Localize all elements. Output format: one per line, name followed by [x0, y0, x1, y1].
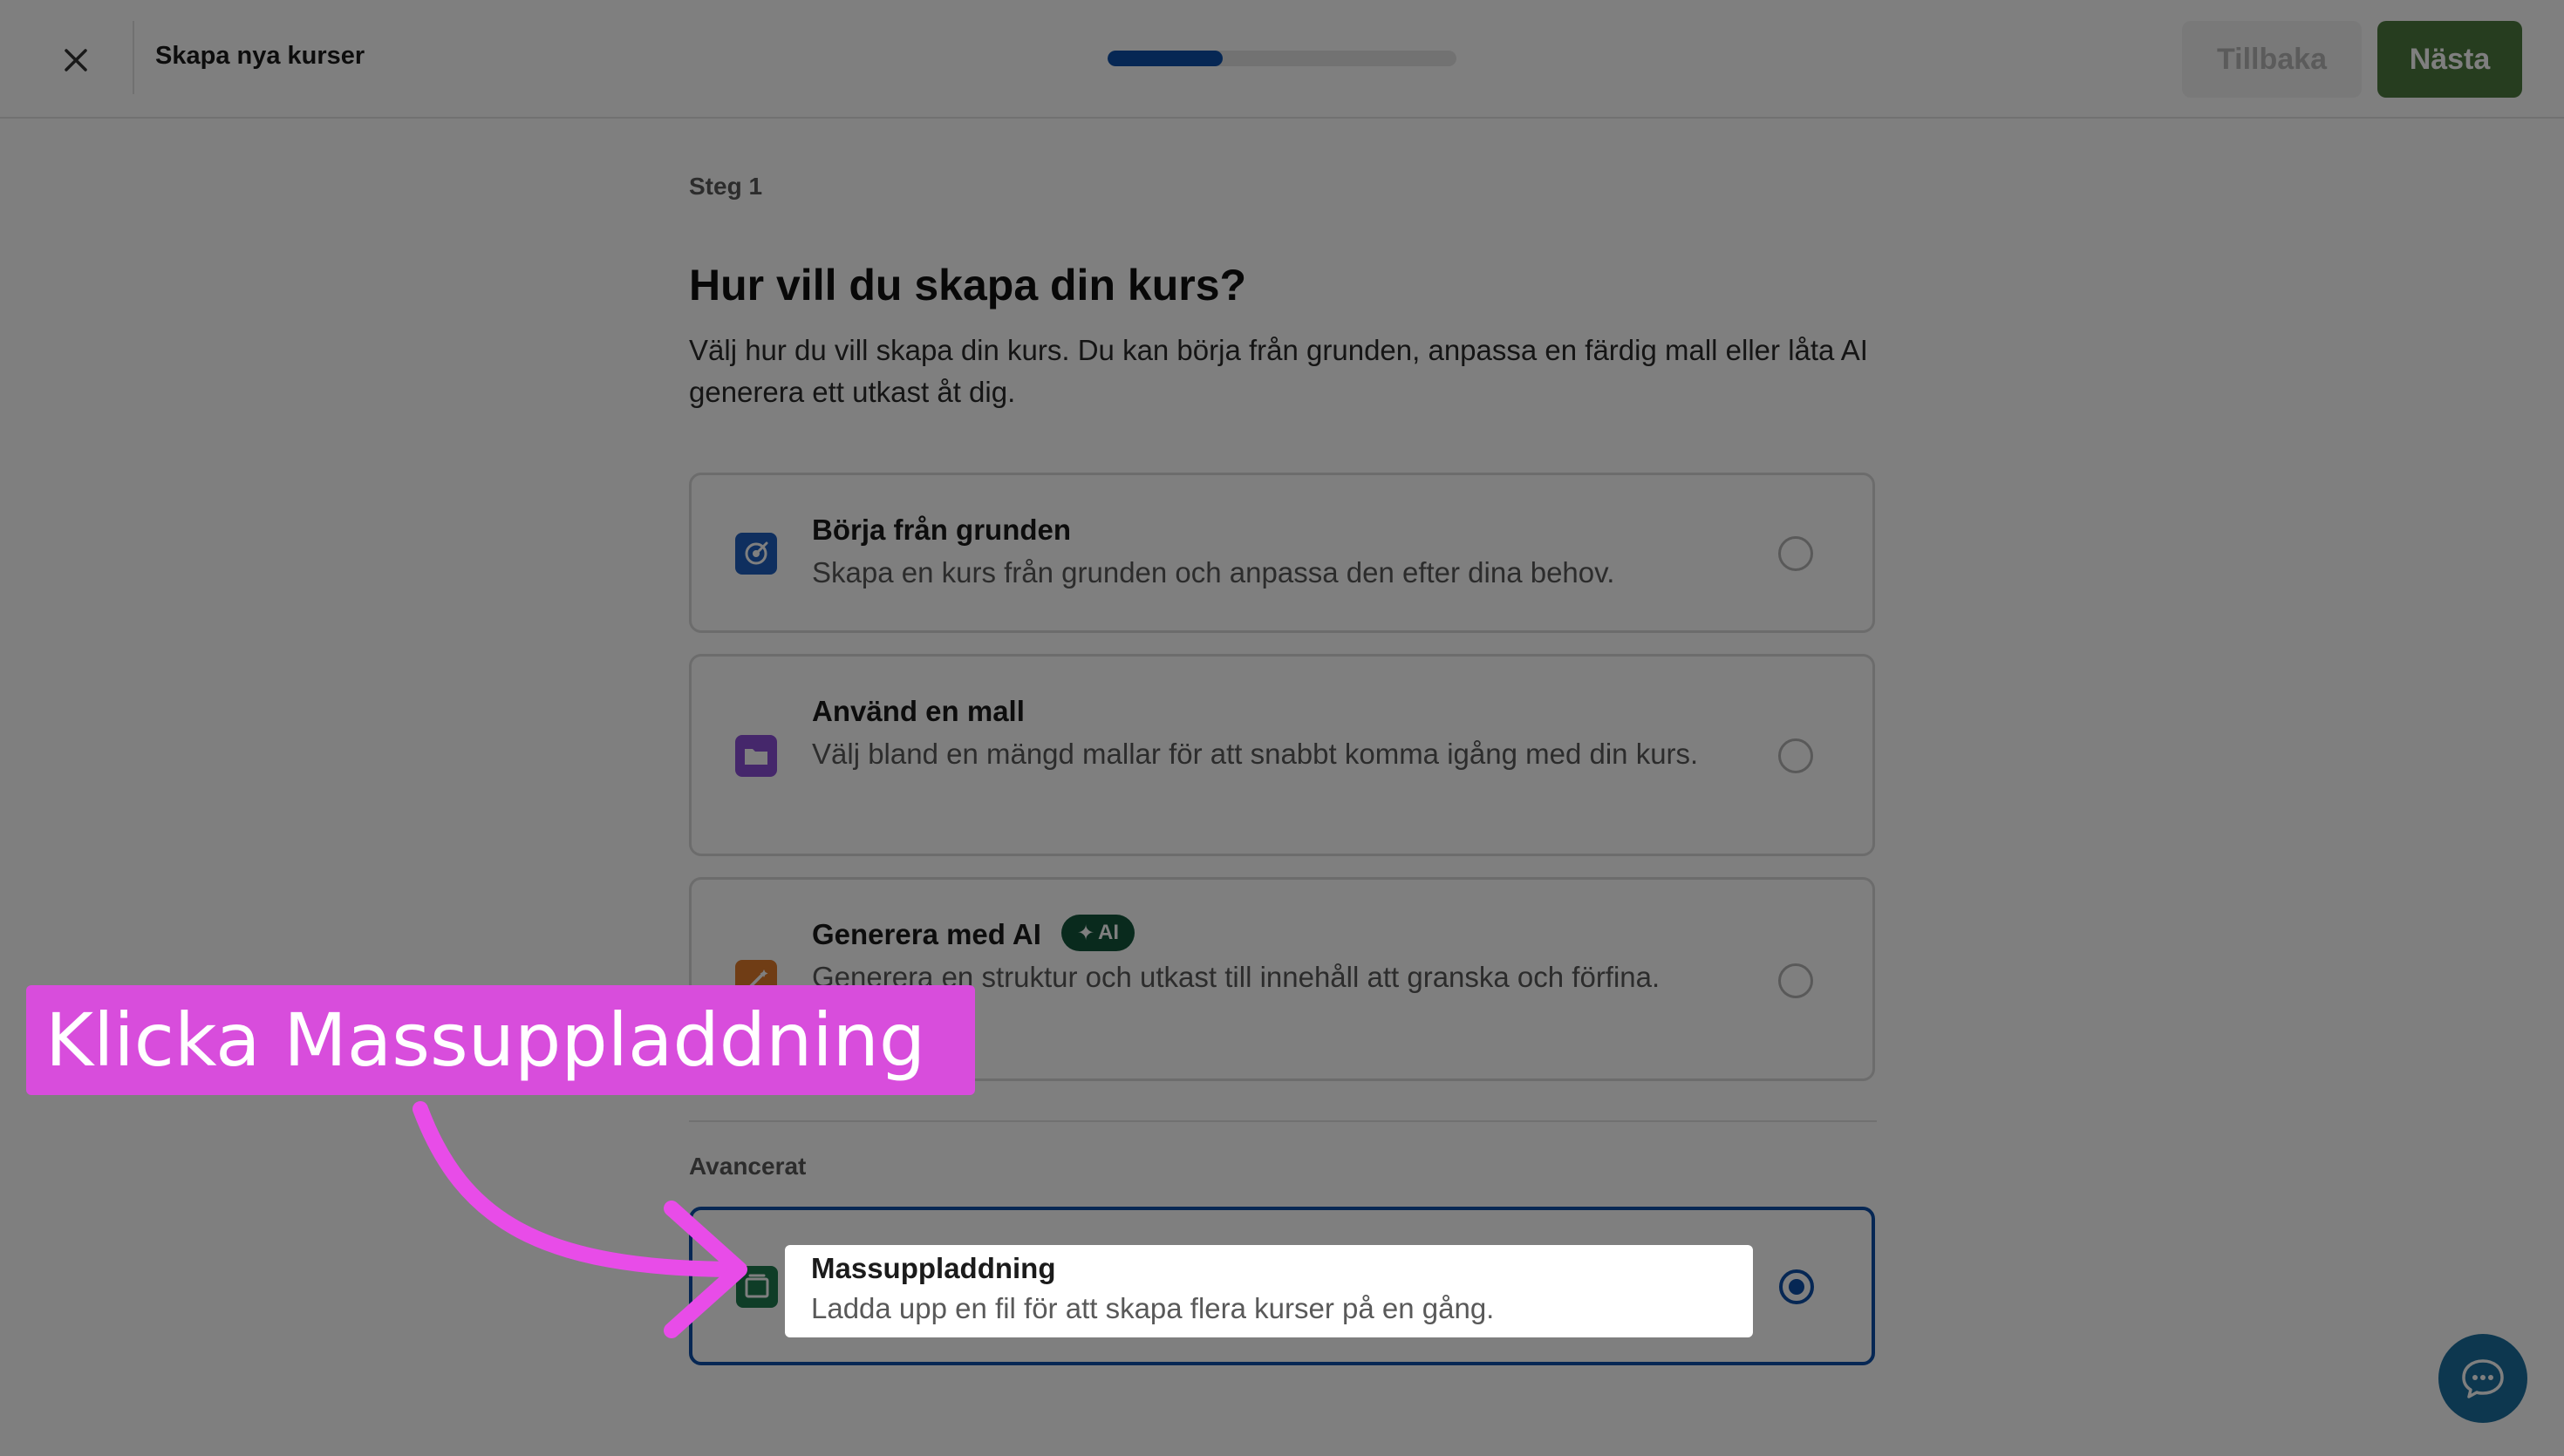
advanced-section-label: Avancerat — [689, 1153, 807, 1180]
option-title: Börja från grunden — [812, 514, 1072, 546]
section-divider — [689, 1120, 1877, 1122]
step-label: Steg 1 — [689, 173, 763, 200]
tutorial-callout: Klicka Massuppladdning — [26, 985, 975, 1095]
folder-icon — [735, 735, 777, 777]
close-icon — [65, 49, 87, 71]
option-title: Generera med AI — [812, 918, 1041, 950]
close-button[interactable] — [52, 37, 99, 84]
sparkle-icon: ✦ — [1076, 921, 1095, 945]
back-button[interactable]: Tillbaka — [2182, 21, 2362, 98]
bulk-upload-icon — [736, 1266, 778, 1308]
option-description: Välj bland en mängd mallar för att snabb… — [812, 738, 1699, 770]
target-icon — [735, 533, 777, 575]
option-start-from-scratch[interactable]: Börja från grunden Skapa en kurs från gr… — [689, 473, 1875, 633]
progress-bar — [1108, 51, 1456, 66]
bulk-upload-title: Massuppladdning — [811, 1252, 1056, 1284]
option-description: Skapa en kurs från grunden och anpassa d… — [812, 556, 1615, 589]
chat-bubble-icon — [2462, 1359, 2504, 1398]
option-use-template[interactable]: Använd en mall Välj bland en mängd malla… — [689, 654, 1875, 856]
main-heading: Hur vill du skapa din kurs? — [689, 261, 1247, 310]
ai-badge-label: AI — [1098, 921, 1120, 944]
option-radio[interactable] — [1778, 536, 1813, 571]
option-title: Använd en mall — [812, 695, 1025, 727]
ai-badge: ✦ AI — [1061, 915, 1135, 951]
page-title: Skapa nya kurser — [155, 42, 365, 70]
top-bar: Skapa nya kurser Tillbaka Nästa — [0, 0, 2564, 119]
header-divider — [133, 21, 134, 94]
option-radio[interactable] — [1778, 963, 1813, 998]
chat-button[interactable] — [2438, 1334, 2527, 1423]
option-radio-selected[interactable] — [1779, 1269, 1814, 1304]
bulk-upload-description: Ladda upp en fil för att skapa flera kur… — [811, 1292, 1495, 1324]
highlight-bulk-upload[interactable]: Massuppladdning Ladda upp en fil för att… — [785, 1245, 1753, 1337]
main-subheading: Välj hur du vill skapa din kurs. Du kan … — [689, 334, 1868, 408]
option-radio[interactable] — [1778, 738, 1813, 773]
progress-fill — [1108, 51, 1223, 66]
next-button[interactable]: Nästa — [2377, 21, 2522, 98]
